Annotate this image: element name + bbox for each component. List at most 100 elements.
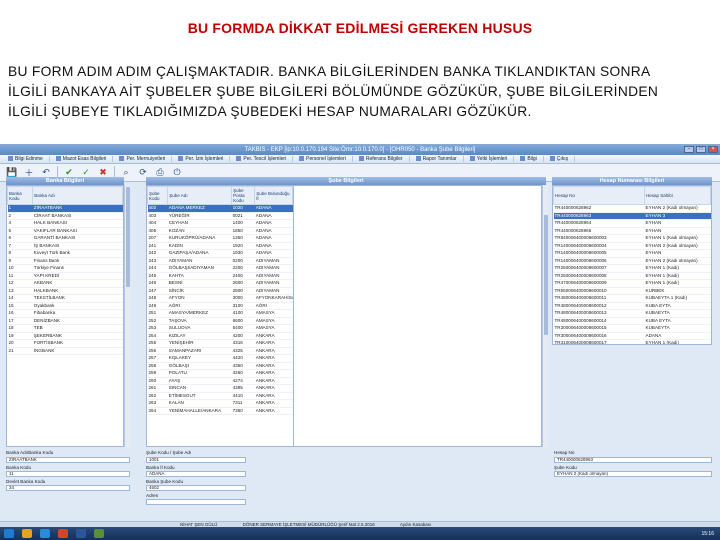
branch-city-field[interactable]: ADANA bbox=[146, 471, 246, 477]
table-row[interactable]: 6 GARANTİ BANKASI bbox=[7, 234, 123, 243]
menu-item[interactable]: Yetki İşlemleri bbox=[464, 156, 515, 162]
table-row[interactable]: TR480006400008600012 KUBA EYTA bbox=[553, 302, 711, 310]
maximize-button[interactable]: □ bbox=[696, 146, 706, 153]
account-no-field[interactable]: TR440000628963 bbox=[554, 457, 712, 463]
table-row[interactable]: 246 BESNİ 2600 ADIYAMAN bbox=[147, 279, 293, 288]
table-row[interactable]: 259 POLATLI 4260 ANKARA bbox=[147, 369, 293, 378]
banks-scrollbar[interactable] bbox=[124, 185, 130, 447]
branches-scrollbar[interactable] bbox=[542, 185, 548, 447]
table-row[interactable]: TR440000628965 EYHAN bbox=[553, 227, 711, 235]
table-row[interactable]: TR140006400008600006 EYHAN 2 (Kadı olmaya… bbox=[553, 257, 711, 265]
table-row[interactable]: 248AFYON3000AFYONKARAHİSAR bbox=[147, 294, 293, 303]
table-row[interactable]: 244 GÖLBAŞI/ADIYAMAN 2200 ADIYAMAN bbox=[147, 264, 293, 273]
table-row[interactable]: 16 Fibabanka bbox=[7, 309, 123, 318]
table-row[interactable]: 245 KAHTA 2400 ADIYAMAN bbox=[147, 272, 293, 280]
table-row[interactable]: 257 KIŞLAKEY 4420 ANKARA bbox=[147, 354, 293, 363]
table-row[interactable]: 243 ADIYAMAN 0200 ADIYAMAN bbox=[147, 257, 293, 265]
table-row[interactable]: 405 KOZAN 1850 ADANA bbox=[147, 227, 293, 235]
table-row[interactable]: 2 CİRAAT BANKASI bbox=[7, 212, 123, 220]
table-row[interactable]: 1 ZİRAATBANK bbox=[7, 204, 123, 213]
table-row[interactable]: TR480006400008600013 KUBAEYTA bbox=[553, 309, 711, 318]
table-row[interactable]: 4 HALK BANKASI bbox=[7, 219, 123, 228]
table-row[interactable]: TR470006400008600009 EYHAN 1 (Kadı) bbox=[553, 279, 711, 288]
bank-code-field[interactable]: 11 bbox=[6, 471, 130, 477]
table-row[interactable]: 263 KALAN 7311 ANKARA bbox=[147, 399, 293, 408]
column-header[interactable]: Şube Kodu bbox=[147, 186, 169, 205]
branch-postal-field[interactable]: 4602 bbox=[146, 485, 246, 491]
table-row[interactable]: 9 Finans Bank bbox=[7, 257, 123, 265]
table-row[interactable]: 18 TEB bbox=[7, 324, 123, 333]
minimize-button[interactable]: – bbox=[684, 146, 694, 153]
table-row[interactable]: TR250006400008600007 EYHAN 1 (Kadı) bbox=[553, 264, 711, 273]
table-row[interactable]: 256 SAMANPAZARI 4325 ANKARA bbox=[147, 347, 293, 355]
table-row[interactable]: 242 GAZİPAŞA/ADANA 1930 ADANA bbox=[147, 249, 293, 258]
table-row[interactable]: 260 AYAŞ 4274 ANKARA bbox=[147, 377, 293, 385]
table-row[interactable]: 402 ADANA MERKEZ 1020 ADANA bbox=[147, 204, 293, 213]
table-row[interactable]: TR480006400008600011 KUBAEYTA 1 (Kadı) bbox=[553, 294, 711, 303]
table-row[interactable]: 403 YÜREĞİR 0021 ADANA bbox=[147, 212, 293, 220]
column-header[interactable]: Banka Kodu bbox=[7, 186, 34, 205]
table-row[interactable]: TR300006400008600016 ADANA bbox=[553, 332, 711, 340]
table-row[interactable]: TR140006400008600005 EYHAN bbox=[553, 249, 711, 258]
table-row[interactable]: TR550006400008600010 KURBEK bbox=[553, 287, 711, 295]
table-row[interactable]: 15 Oyakbank bbox=[7, 302, 123, 310]
menu-item[interactable]: Per. Tescil İşlemleri bbox=[230, 156, 294, 162]
menu-item[interactable]: Referans Bilgiler bbox=[353, 156, 410, 162]
menu-item[interactable]: Çıkış bbox=[544, 156, 576, 162]
bank-name-field[interactable]: ZİRAATBANK bbox=[6, 457, 130, 463]
table-row[interactable]: TR440000628964 EYHAN bbox=[553, 219, 711, 228]
table-row[interactable]: 253 SULUOVA 5400 AMASYA bbox=[147, 324, 293, 333]
column-header[interactable]: Hesap Sahibi bbox=[644, 186, 711, 205]
column-header[interactable]: Banka Adı bbox=[32, 186, 123, 205]
menu-item[interactable]: Per. İzin İşlemleri bbox=[172, 156, 231, 162]
table-row[interactable]: 404 CEYHAN 1400 ADANA bbox=[147, 219, 293, 228]
table-row[interactable]: 241 KADIN 1920 ADANA bbox=[147, 242, 293, 250]
presentation-icon[interactable] bbox=[58, 529, 68, 538]
table-row[interactable]: 258 GÖLBAŞI 4350 ANKARA bbox=[147, 362, 293, 370]
table-row[interactable]: 252 TAŞOVA 6600 AMASYA bbox=[147, 317, 293, 325]
close-button[interactable]: × bbox=[708, 146, 718, 153]
account-owner-field[interactable]: EYHAN 2 (Kadı olmayan) bbox=[554, 471, 712, 477]
menu-item[interactable]: Rapor Tanımlar bbox=[410, 156, 464, 162]
branch-address-field[interactable] bbox=[146, 499, 246, 505]
table-row[interactable]: 5 VAKIFLAR BANKASI bbox=[7, 227, 123, 235]
menu-item[interactable]: Personel İşlemleri bbox=[293, 156, 353, 162]
table-row[interactable]: 21 İNGBANK bbox=[7, 347, 123, 355]
table-row[interactable]: TR440000628962 EYHAN 2 (Kadı olmayan) bbox=[553, 204, 711, 213]
app-icon[interactable] bbox=[94, 529, 104, 538]
folder-icon[interactable] bbox=[22, 529, 32, 538]
table-row[interactable]: TR440000628963 EYHAN 3 bbox=[553, 212, 711, 220]
table-row[interactable]: 264 YENİMAHALLE/ANKARA 7360 ANKARA bbox=[147, 407, 293, 415]
column-header[interactable]: Hesap No bbox=[553, 186, 646, 205]
table-row[interactable]: TR300006400008600015 KUBAEYTA bbox=[553, 324, 711, 333]
table-row[interactable]: 14 TEKSTİLBANK bbox=[7, 294, 123, 303]
browser-icon[interactable] bbox=[40, 529, 50, 538]
column-header[interactable]: Şube Posta Kodu bbox=[231, 186, 256, 205]
table-row[interactable]: 254 KIZILAY 4200 ANKARA bbox=[147, 332, 293, 340]
menu-item[interactable]: Mazot Esas Bilgileri bbox=[50, 156, 114, 162]
column-header[interactable]: Şube Adı bbox=[167, 186, 233, 205]
document-icon[interactable] bbox=[76, 529, 86, 538]
table-row[interactable]: 249 AĞRI 3100 AĞRI bbox=[147, 302, 293, 310]
menu-item[interactable]: Bilgi Edinme bbox=[2, 156, 50, 162]
table-row[interactable]: 251 AMASYA/MERKEZ 4100 AMASYA bbox=[147, 309, 293, 318]
branch-code-field[interactable]: 1001 bbox=[146, 457, 246, 463]
table-row[interactable]: 255 YENİŞEHİR 4316 ANKARA bbox=[147, 339, 293, 348]
table-row[interactable]: TR480006400008600014 KUBA EYTA bbox=[553, 317, 711, 325]
state-bank-code-field[interactable]: 34 bbox=[6, 485, 130, 491]
table-row[interactable]: 10 Türkiye Finans bbox=[7, 264, 123, 273]
table-row[interactable]: TR840006400008600003 EYHAN 1 (Kadı olmaya… bbox=[553, 234, 711, 243]
table-row[interactable]: 7 İŞ BANKASI bbox=[7, 242, 123, 250]
table-row[interactable]: 20 FORTİSBANK bbox=[7, 339, 123, 348]
table-row[interactable]: 19 ŞEKERBANK bbox=[7, 332, 123, 340]
table-row[interactable]: 12 AKBANK bbox=[7, 279, 123, 288]
menu-item[interactable]: Per. Mernuiyetleri bbox=[113, 156, 173, 162]
column-header[interactable]: Şube Bulunduğu İl bbox=[254, 186, 293, 205]
table-row[interactable]: 11 YAPI KREDİ bbox=[7, 272, 123, 280]
table-row[interactable]: TR250006400008600008 EYHAN 1 (Kadı) bbox=[553, 272, 711, 280]
table-row[interactable]: TR140006400008600004 EYHAN 2 (Kadı olmaya… bbox=[553, 242, 711, 250]
table-row[interactable]: 17 DENİZBANK bbox=[7, 317, 123, 325]
table-row[interactable]: 207 KURUKÖPRÜ/ADANA 1350 ADANA bbox=[147, 234, 293, 243]
table-row[interactable]: 262 ETİMESGUT 4410 ANKARA bbox=[147, 392, 293, 400]
table-row[interactable]: 247 SİNCİK 2800 ADIYAMAN bbox=[147, 287, 293, 295]
